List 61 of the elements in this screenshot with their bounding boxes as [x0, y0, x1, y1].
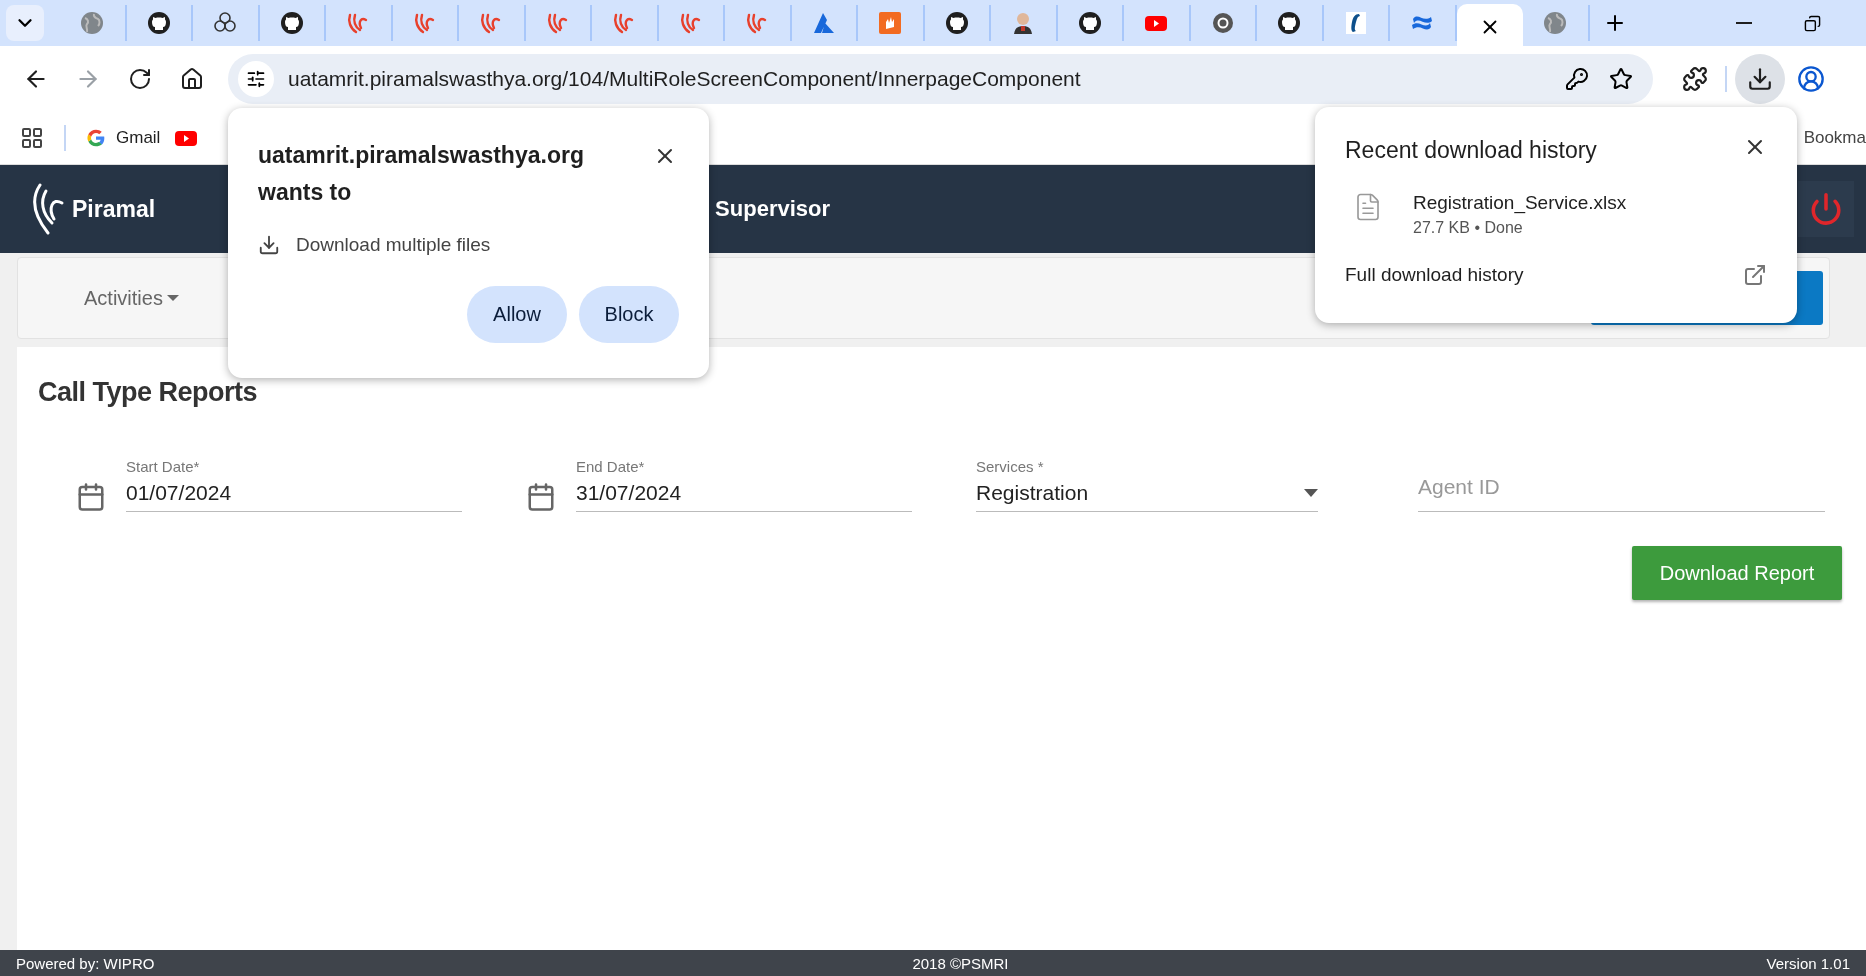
download-icon — [258, 234, 280, 256]
cat-icon — [944, 11, 969, 35]
globe-icon — [80, 11, 105, 35]
permission-button[interactable]: Block — [579, 286, 679, 343]
restore-icon — [1803, 14, 1821, 32]
logout-button[interactable] — [1798, 181, 1854, 237]
dropdown-caret-icon — [1304, 489, 1318, 497]
slash-icon — [1343, 11, 1368, 35]
page-title: Call Type Reports — [38, 377, 259, 408]
address-bar[interactable]: uatamrit.piramalswasthya.org/104/MultiRoleScreenComponent/InnerpageComponent — [228, 54, 1653, 104]
minimize-icon — [1736, 22, 1752, 24]
permission-button[interactable]: Allow — [467, 286, 567, 343]
popup-title: Recent download history — [1345, 137, 1597, 164]
bookmarks-folder[interactable]: Bookma — [1803, 128, 1866, 148]
external-link-icon[interactable] — [1743, 263, 1767, 287]
footer-text: Powered by: WIPRO — [16, 954, 155, 972]
calendar-icon — [526, 482, 556, 512]
flame-icon — [412, 11, 437, 35]
flame-icon — [678, 11, 703, 35]
cat-icon — [1277, 11, 1302, 35]
bookmark-star-icon[interactable] — [1609, 67, 1633, 91]
brand-name: Piramal — [72, 195, 156, 223]
home-icon — [180, 67, 204, 91]
header-title: Supervisor — [715, 196, 831, 222]
tab-search-button[interactable] — [6, 5, 44, 41]
ring-icon — [1210, 11, 1235, 35]
permission-text: Download multiple files — [296, 234, 491, 256]
file-status: 27.7 KB • Done — [1413, 219, 1524, 237]
knot-icon — [213, 11, 238, 35]
globe-icon — [1543, 11, 1568, 35]
cat-icon — [1077, 11, 1102, 35]
popup-subtitle: wants to — [258, 179, 352, 206]
bookmark-link[interactable]: Gmail — [86, 128, 161, 148]
download-report-button[interactable]: Download Report — [1632, 546, 1842, 600]
full-history-link[interactable]: Full download history — [1345, 264, 1524, 286]
footer-text: Version 1.01 — [1766, 954, 1850, 972]
cat-icon — [146, 11, 171, 35]
download-button[interactable] — [1735, 54, 1785, 104]
logo-icon — [30, 181, 66, 237]
google-icon — [86, 128, 106, 148]
caret-icon — [166, 295, 179, 301]
reload-icon — [128, 67, 152, 91]
menu-item[interactable]: Activities — [84, 286, 179, 310]
calendar-icon — [76, 482, 106, 512]
key-icon[interactable] — [1565, 67, 1589, 91]
file-name[interactable]: Registration_Service.xlsx — [1413, 192, 1627, 214]
sliders-icon — [246, 69, 266, 89]
site-settings-button[interactable] — [238, 61, 274, 97]
footer-text: 2018 ©PSMRI — [912, 954, 1009, 972]
download-icon — [1747, 66, 1773, 92]
power-icon — [1809, 192, 1843, 226]
triangle-icon — [811, 11, 836, 35]
apps-icon[interactable] — [20, 126, 44, 150]
date-field[interactable]: Start Date* 01/07/2024 — [126, 458, 462, 512]
services-select[interactable]: Services * Registration — [976, 458, 1318, 512]
puzzle-icon — [1682, 66, 1708, 92]
date-field[interactable]: End Date* 31/07/2024 — [576, 458, 912, 512]
popup-title: uatamrit.piramalswasthya.org — [258, 142, 584, 169]
flame-icon — [545, 11, 570, 35]
cat-icon — [279, 11, 304, 35]
user-icon — [1797, 65, 1825, 93]
